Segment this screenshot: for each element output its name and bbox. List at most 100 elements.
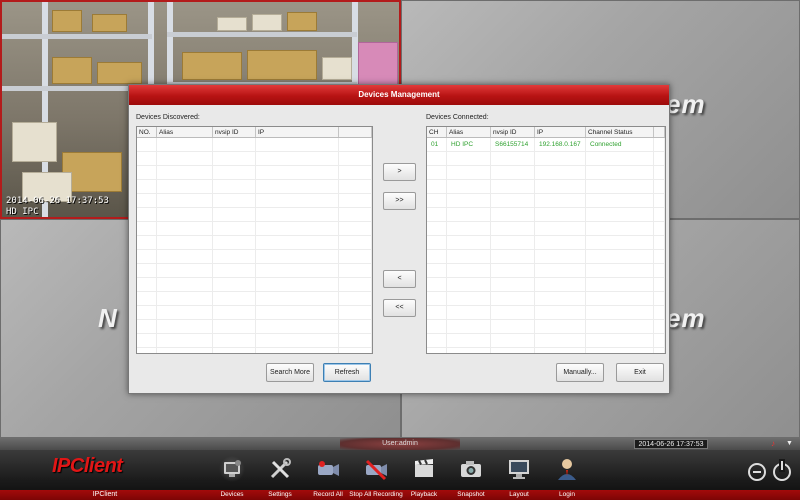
refresh-button[interactable]: Refresh: [323, 363, 371, 382]
table-row: [427, 264, 665, 278]
add-device-button[interactable]: >: [383, 163, 416, 181]
box: [217, 17, 247, 31]
search-more-button[interactable]: Search More: [266, 363, 314, 382]
exit-button[interactable]: Exit: [616, 363, 664, 382]
cell-alias: HD IPC: [447, 138, 491, 151]
cell-nvsip-id: S66155714: [491, 138, 535, 151]
manually-button[interactable]: Manually...: [556, 363, 604, 382]
column-header[interactable]: IP: [535, 127, 586, 137]
box: [92, 14, 127, 32]
table-row: [137, 166, 372, 180]
add-all-devices-button[interactable]: >>: [383, 192, 416, 210]
snapshot-icon: [461, 461, 481, 477]
table-row: [137, 222, 372, 236]
table-row: [137, 138, 372, 152]
box: [182, 52, 242, 80]
cell-status: Connected: [586, 138, 654, 151]
table-row: [137, 180, 372, 194]
watermark: N: [98, 303, 118, 333]
dialog-title[interactable]: Devices Management: [129, 85, 669, 105]
devices-discovered-table[interactable]: NO. Alias nvsip ID IP: [136, 126, 373, 354]
table-row: [137, 208, 372, 222]
empty-rows: [137, 138, 372, 353]
cell-ip: 192.168.0.167: [535, 138, 586, 151]
current-user: User:admin: [340, 438, 460, 450]
table-row: [137, 194, 372, 208]
box: [52, 10, 82, 32]
devices-discovered-label: Devices Discovered:: [136, 114, 200, 121]
table-row: [427, 306, 665, 320]
camera-timestamp: 2014-06-26 17:37:53: [6, 196, 109, 206]
clock: 2014-06-26 17:37:53: [634, 439, 708, 449]
toolbar-label: Login: [559, 491, 575, 498]
table-row: [137, 264, 372, 278]
table-row: [427, 166, 665, 180]
toolbar-login-button[interactable]: Login: [536, 456, 598, 500]
box: [252, 14, 282, 31]
column-header[interactable]: Channel Status: [586, 127, 654, 137]
table-row: [137, 292, 372, 306]
table-row: [427, 278, 665, 292]
devices-connected-label: Devices Connected:: [426, 114, 489, 121]
login-icon: [558, 459, 576, 480]
column-header: [339, 127, 372, 137]
column-header[interactable]: Alias: [157, 127, 213, 137]
minimize-icon[interactable]: [748, 463, 766, 481]
column-header: [654, 127, 665, 137]
column-header[interactable]: NO.: [137, 127, 157, 137]
shelf-bar: [167, 32, 357, 37]
app-name-caption: IPClient: [92, 491, 118, 498]
table-row: [137, 334, 372, 348]
table-row: [137, 250, 372, 264]
box: [52, 57, 92, 84]
column-header[interactable]: nvsip ID: [491, 127, 535, 137]
table-row: [427, 194, 665, 208]
status-bar: User:admin 2014-06-26 17:37:53 ♪ ▼: [0, 438, 800, 450]
column-header[interactable]: nvsip ID: [213, 127, 256, 137]
volume-icon[interactable]: ♪: [771, 439, 781, 449]
table-row: [427, 320, 665, 334]
table-row: [427, 208, 665, 222]
column-header[interactable]: CH: [427, 127, 447, 137]
cell-ch: 01: [427, 138, 447, 151]
playback-icon: [415, 459, 433, 477]
remove-device-button[interactable]: <: [383, 270, 416, 288]
box: [12, 122, 57, 162]
table-row: [427, 152, 665, 166]
column-header[interactable]: Alias: [447, 127, 491, 137]
table-row: [427, 222, 665, 236]
table-row: [427, 292, 665, 306]
devices-connected-table[interactable]: CH Alias nvsip ID IP Channel Status 01 H…: [426, 126, 666, 354]
table-header: CH Alias nvsip ID IP Channel Status: [427, 127, 665, 138]
app-logo: IPClient: [52, 455, 123, 477]
box: [247, 50, 317, 80]
power-icon[interactable]: [773, 461, 791, 481]
table-row: [427, 180, 665, 194]
remove-all-devices-button[interactable]: <<: [383, 299, 416, 317]
table-row: [137, 348, 372, 353]
table-row[interactable]: 01 HD IPC S66155714 192.168.0.167 Connec…: [427, 138, 665, 152]
record-all-icon: [318, 461, 339, 476]
column-header[interactable]: IP: [256, 127, 339, 137]
watermark: em: [666, 303, 706, 333]
table-row: [137, 320, 372, 334]
watermark: em: [666, 89, 706, 119]
table-row: [427, 236, 665, 250]
table-header: NO. Alias nvsip ID IP: [137, 127, 372, 138]
stop-recording-icon: [365, 459, 387, 481]
table-row: [137, 236, 372, 250]
table-row: [137, 306, 372, 320]
layout-icon: [509, 460, 529, 479]
devices-management-dialog: Devices Management Devices Discovered: D…: [128, 84, 670, 394]
settings-icon: [270, 458, 291, 479]
box: [287, 12, 317, 31]
devices-icon: [219, 456, 245, 482]
camera-name: HD IPC: [6, 207, 39, 217]
table-row: [137, 152, 372, 166]
box: [97, 62, 142, 84]
chevron-down-icon[interactable]: ▼: [786, 439, 796, 449]
table-row: [137, 278, 372, 292]
table-row: [427, 348, 665, 353]
table-row: [427, 250, 665, 264]
table-row: [427, 334, 665, 348]
